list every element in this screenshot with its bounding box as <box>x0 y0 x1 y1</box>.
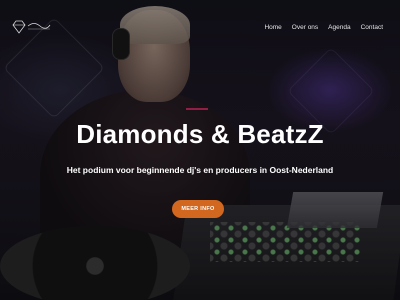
main-nav: Home Over ons Agenda Contact <box>264 24 383 31</box>
hero-section: Home Over ons Agenda Contact Diamonds & … <box>0 0 400 300</box>
site-logo[interactable] <box>10 18 52 36</box>
nav-agenda[interactable]: Agenda <box>328 24 350 31</box>
dark-overlay <box>0 0 400 300</box>
nav-over-ons[interactable]: Over ons <box>292 24 318 31</box>
meer-info-button[interactable]: MEER INFO <box>172 200 224 218</box>
hero-title: Diamonds & BeatzZ <box>76 119 324 149</box>
diamond-logo-icon <box>12 20 51 34</box>
hero-subtitle: Het podium voor beginnende dj's en produ… <box>66 165 334 175</box>
nav-contact[interactable]: Contact <box>361 24 383 31</box>
nav-home[interactable]: Home <box>264 24 281 31</box>
